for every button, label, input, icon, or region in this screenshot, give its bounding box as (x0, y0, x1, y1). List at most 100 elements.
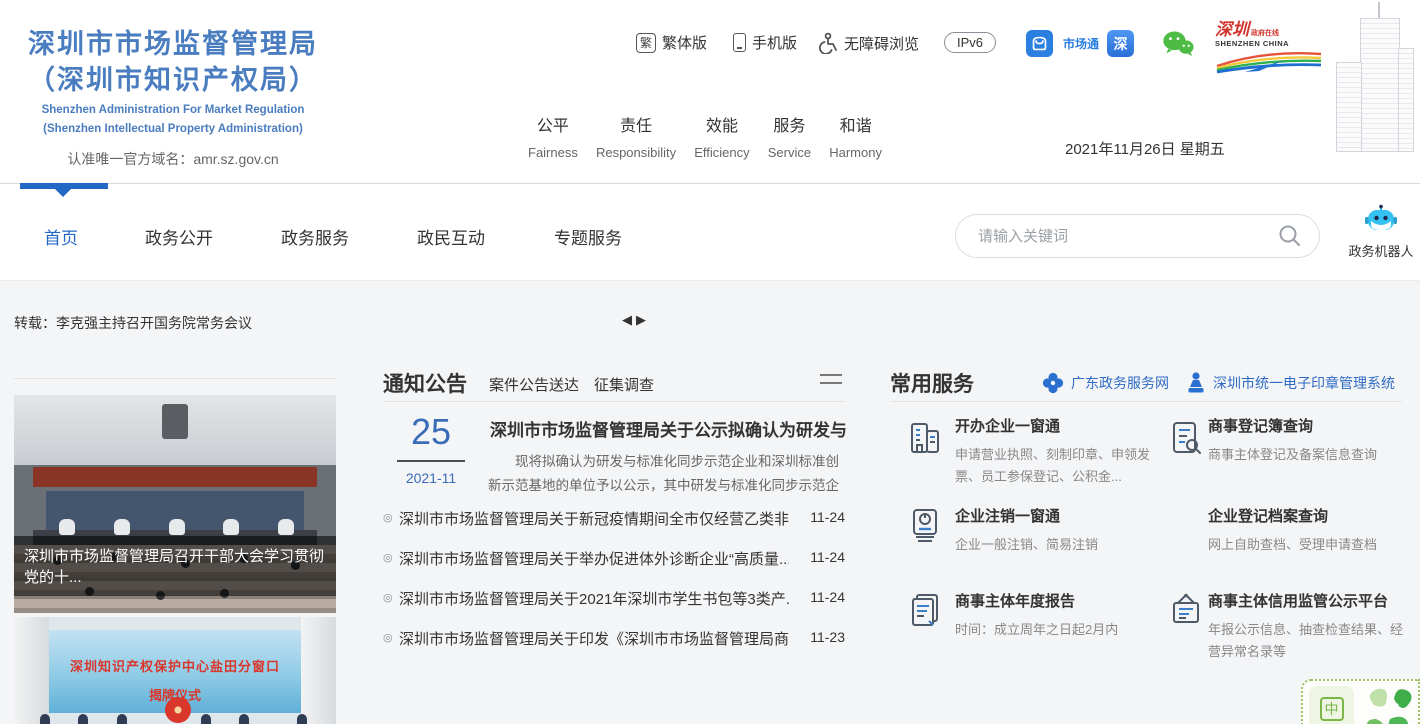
meeting-banner-shape (33, 467, 316, 487)
site-title-line2: （深圳市知识产权局） (28, 62, 318, 98)
ticker-headline[interactable]: 转载：李克强主持召开国务院常务会议 (14, 313, 252, 333)
font-size-medium-button[interactable]: 中 (1320, 697, 1344, 721)
phone-icon (733, 33, 746, 52)
carousel-slide-ceremony[interactable]: 深圳知识产权保护中心盐田分窗口 揭牌仪式 (14, 617, 336, 724)
e-seal-system-label: 深圳市统一电子印章管理系统 (1213, 373, 1395, 393)
robot-icon (1364, 204, 1398, 234)
accessibility-link[interactable]: 无障碍浏览 (816, 32, 919, 54)
clover-leaves-icon (1360, 685, 1412, 724)
notice-item[interactable]: ◎ 深圳市市场监督管理局关于新冠疫情期间全市仅经营乙类非... 11-24 (383, 508, 845, 534)
bullet-icon: ◎ (383, 511, 393, 524)
value-service: 服务 Service (768, 112, 811, 160)
site-title-en1: Shenzhen Administration For Market Regul… (28, 103, 318, 118)
carousel-caption: 深圳市市场监督管理局召开干部大会学习贯彻党的十... (14, 536, 336, 596)
value-efficiency: 效能 Efficiency (694, 112, 749, 160)
market-app-link[interactable]: 市场通 (1026, 30, 1099, 57)
annual-report-icon (905, 590, 945, 630)
nav-item-special-services[interactable]: 专题服务 (554, 224, 622, 249)
notices-more-icon[interactable] (820, 374, 842, 390)
notice-item[interactable]: ◎ 深圳市市场监督管理局关于举办促进体外诊断企业“高质量... 11-24 (383, 548, 845, 574)
open-business-icon (905, 418, 945, 458)
mobile-label: 手机版 (752, 32, 797, 53)
ipv6-badge[interactable]: IPv6 (944, 32, 996, 53)
featured-date[interactable]: 25 2021-11 (395, 412, 467, 486)
page: 深圳市市场监督管理局 （深圳市知识产权局） Shenzhen Administr… (0, 0, 1420, 724)
wechat-link[interactable] (1162, 30, 1194, 57)
featured-day: 25 (395, 412, 467, 452)
nav-item-interaction[interactable]: 政民互动 (417, 224, 485, 249)
accessibility-label: 无障碍浏览 (844, 33, 919, 54)
gd-gov-service-link[interactable]: 广东政务服务网 (1042, 372, 1169, 394)
value-fairness: 公平 Fairness (528, 112, 578, 160)
ceremony-title: 深圳知识产权保护中心盐田分窗口 (49, 656, 300, 675)
nav-item-home[interactable]: 首页 (44, 224, 78, 249)
service-credit-platform[interactable]: 商事主体信用监管公示平台 年报公示信息、抽查检查结果、经营异常名录等 (1208, 590, 1408, 663)
main-nav: 首页 政务公开 政务服务 政民互动 专题服务 (0, 183, 1420, 281)
gov-robot-button[interactable]: 政务机器人 (1348, 204, 1414, 260)
seal-icon (1186, 372, 1206, 394)
traditional-label: 繁体版 (662, 32, 707, 53)
flower-icon (1042, 372, 1064, 394)
service-open-business[interactable]: 开办企业一窗通 申请营业执照、刻制印章、申领发票、员工参保登记、公积金... (955, 415, 1151, 488)
market-app-icon (1026, 30, 1053, 57)
isz-app-link[interactable]: 深 (1107, 30, 1134, 57)
ceremony-banner: 深圳知识产权保护中心盐田分窗口 揭牌仪式 (49, 630, 300, 713)
sz-logo-script-small: 政府在线 (1251, 28, 1279, 38)
site-title-line1: 深圳市市场监督管理局 (28, 26, 318, 62)
building-sketch (1318, 0, 1420, 152)
deregister-icon (905, 505, 945, 545)
featured-notice-title[interactable]: 深圳市市场监督管理局关于公示拟确认为研发与标... (490, 416, 846, 441)
registry-search-icon (1166, 418, 1206, 458)
bullet-icon: ◎ (383, 591, 393, 604)
ticker-next-icon[interactable]: ▶ (636, 312, 646, 328)
notices-title: 通知公告 (383, 368, 467, 398)
nav-item-gov-services[interactable]: 政务服务 (281, 224, 349, 249)
isz-app-icon: 深 (1107, 30, 1134, 57)
sz-logo-caption: SHENZHEN CHINA (1215, 39, 1323, 48)
site-title-en2: (Shenzhen Intellectual Property Administ… (28, 122, 318, 137)
nav-item-gov-disclosure[interactable]: 政务公开 (145, 224, 213, 249)
service-archive-search[interactable]: 企业登记档案查询 网上自助查档、受理申请查档 (1208, 505, 1408, 556)
shenzhen-gov-logo[interactable]: 深圳 政府在线 SHENZHEN CHINA (1215, 22, 1323, 79)
current-date: 2021年11月26日 星期五 (1065, 138, 1225, 159)
ipv6-label: IPv6 (944, 32, 996, 53)
services-title: 常用服务 (890, 368, 974, 398)
tab-case-announcements[interactable]: 案件公告送达 (489, 374, 579, 395)
market-app-label: 市场通 (1063, 35, 1099, 52)
gov-robot-label: 政务机器人 (1348, 241, 1414, 260)
featured-month: 2021-11 (395, 470, 467, 486)
carousel-slide-meeting[interactable]: 深圳市市场监督管理局召开干部大会学习贯彻党的十... (14, 395, 336, 613)
service-annual-report[interactable]: 商事主体年度报告 时间：成立周年之日起2月内 (955, 590, 1151, 641)
site-logo[interactable]: 深圳市市场监督管理局 （深圳市知识产权局） Shenzhen Administr… (28, 26, 318, 169)
gd-gov-service-label: 广东政务服务网 (1071, 373, 1169, 393)
traditional-glyph-icon: 繁 (636, 33, 656, 53)
search-box (955, 214, 1320, 258)
traditional-chinese-link[interactable]: 繁 繁体版 (636, 32, 707, 53)
sz-logo-script: 深圳 (1215, 22, 1249, 39)
service-registry-search[interactable]: 商事登记簿查询 商事主体登记及备案信息查询 (1208, 415, 1408, 466)
wheelchair-icon (816, 32, 838, 54)
ticker-prev-icon[interactable]: ◀ (622, 312, 632, 328)
font-size-widget[interactable]: 中 (1301, 679, 1420, 724)
value-responsibility: 责任 Responsibility (596, 112, 676, 160)
values-row: 公平 Fairness 责任 Responsibility 效能 Efficie… (528, 112, 882, 160)
value-harmony: 和谐 Harmony (829, 112, 882, 160)
e-seal-system-link[interactable]: 深圳市统一电子印章管理系统 (1186, 372, 1395, 394)
bullet-icon: ◎ (383, 631, 393, 644)
search-icon[interactable] (1277, 223, 1303, 249)
tab-surveys[interactable]: 征集调查 (594, 374, 654, 395)
wechat-icon (1162, 30, 1194, 57)
featured-notice-summary[interactable]: 现将拟确认为研发与标准化同步示范企业和深圳标准创新示范基地的单位予以公示，其中研… (488, 450, 846, 498)
services-divider (890, 401, 1402, 402)
notices-divider (383, 401, 845, 402)
notice-item[interactable]: ◎ 深圳市市场监督管理局关于印发《深圳市市场监督管理局商... 11-23 (383, 628, 845, 654)
bullet-icon: ◎ (383, 551, 393, 564)
mobile-version-link[interactable]: 手机版 (733, 32, 797, 53)
carousel-top-divider (14, 378, 336, 379)
notice-item[interactable]: ◎ 深圳市市场监督管理局关于2021年深圳市学生书包等3类产... 11-24 (383, 588, 845, 614)
sz-logo-swoosh (1215, 48, 1323, 74)
service-deregister[interactable]: 企业注销一窗通 企业一般注销、简易注销 (955, 505, 1151, 556)
projector-shape (162, 404, 188, 439)
search-input[interactable] (956, 228, 1277, 245)
credit-platform-icon (1166, 590, 1206, 630)
